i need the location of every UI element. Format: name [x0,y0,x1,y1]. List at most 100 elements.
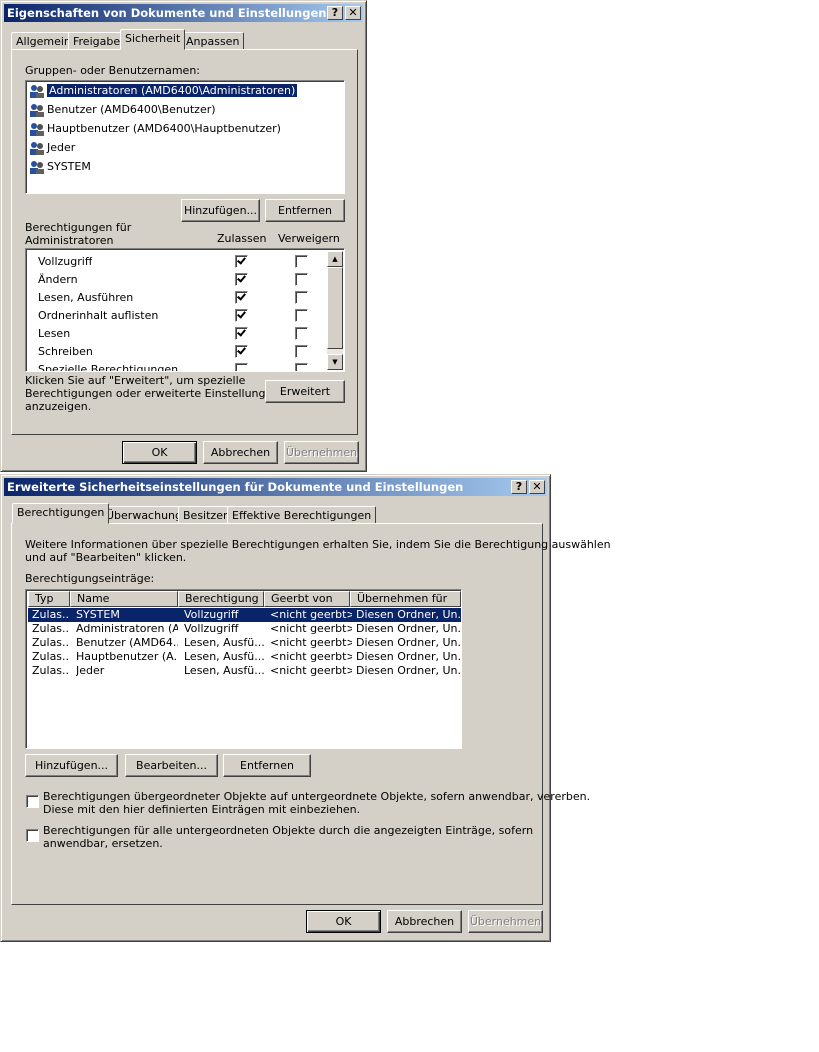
window-title: Eigenschaften von Dokumente und Einstell… [7,6,327,20]
user-list[interactable]: Administratoren (AMD6400\Administratoren… [25,80,345,194]
apply-button[interactable]: Übernehmen [284,441,359,464]
tab-freigabe[interactable]: Freigabe [68,32,126,50]
tab-anpassen[interactable]: Anpassen [181,32,245,50]
deny-checkbox[interactable] [295,345,308,358]
inherit-label: Berechtigungen übergeordneter Objekte au… [43,790,591,816]
ok-button[interactable]: OK [306,910,381,933]
cell-geerbt-von: <nicht geerbt> [270,636,352,649]
cell-berechtigung: Vollzugriff [184,622,239,635]
list-item[interactable]: Administratoren (AMD6400\Administratoren… [29,82,298,100]
close-button[interactable]: ✕ [529,480,545,494]
group-label: Gruppen- oder Benutzernamen: [25,64,201,77]
tab-allgemein[interactable]: Allgemein [11,32,76,50]
cell-name: Administratoren (A... [76,622,178,635]
table-row[interactable]: Zulas... SYSTEM Vollzugriff <nicht geerb… [28,608,461,622]
deny-checkbox[interactable] [295,291,308,304]
column-header-berechtigung[interactable]: Berechtigung [178,591,264,607]
help-button[interactable]: ? [327,6,343,20]
help-button[interactable]: ? [511,480,527,494]
deny-checkbox[interactable] [295,273,308,286]
deny-checkbox[interactable] [295,255,308,268]
permission-name: Ordnerinhalt auflisten [38,309,159,322]
cell-berechtigung: Lesen, Ausfü... [184,636,265,649]
cancel-button[interactable]: Abbrechen [387,910,462,933]
add-button[interactable]: Hinzufügen... [25,754,118,777]
tab-berechtigungen[interactable]: Berechtigungen [12,503,110,524]
table-row[interactable]: Zulas... Hauptbenutzer (A... Lesen, Ausf… [28,650,461,664]
cell-uebernehmen-fuer: Diesen Ordner, Un... [356,650,461,663]
cell-name: Hauptbenutzer (A... [76,650,178,663]
window-title: Erweiterte Sicherheitseinstellungen für … [7,480,464,494]
column-deny: Verweigern [278,232,340,245]
close-button[interactable]: ✕ [345,6,361,20]
cancel-button[interactable]: Abbrechen [203,441,278,464]
allow-checkbox[interactable] [235,327,248,340]
cell-typ: Zulas... [32,636,70,649]
scroll-up-icon[interactable]: ▲ [327,251,343,267]
tab-besitzer[interactable]: Besitzer [178,506,233,524]
entries-table[interactable]: Typ Name Berechtigung Geerbt von Überneh… [25,589,462,749]
cell-geerbt-von: <nicht geerbt> [270,650,352,663]
info-text: Weitere Informationen über spezielle Ber… [25,538,611,564]
user-name: Benutzer (AMD6400\Benutzer) [47,103,216,116]
permission-name: Ändern [38,273,78,286]
user-group-icon [29,84,45,98]
user-name: Administratoren (AMD6400\Administratoren… [47,84,298,97]
user-name: SYSTEM [47,160,91,173]
permissions-for-user: Administratoren [25,234,114,247]
remove-button[interactable]: Entfernen [223,754,311,777]
scroll-down-icon[interactable]: ▼ [327,354,343,370]
allow-checkbox[interactable] [235,309,248,322]
table-row[interactable]: Zulas... Administratoren (A... Vollzugri… [28,622,461,636]
properties-dialog: Eigenschaften von Dokumente und Einstell… [0,0,367,472]
cell-name: Benutzer (AMD64... [76,636,178,649]
cell-berechtigung: Lesen, Ausfü... [184,650,265,663]
entries-label: Berechtigungseinträge: [25,572,155,585]
allow-checkbox[interactable] [235,255,248,268]
deny-checkbox[interactable] [295,363,308,371]
list-item[interactable]: Hauptbenutzer (AMD6400\Hauptbenutzer) [29,120,281,138]
deny-checkbox[interactable] [295,327,308,340]
allow-checkbox[interactable] [235,291,248,304]
vertical-scrollbar[interactable]: ▲ ▼ [327,251,343,370]
allow-checkbox[interactable] [235,273,248,286]
edit-button[interactable]: Bearbeiten... [125,754,218,777]
list-item[interactable]: SYSTEM [29,158,91,176]
column-header-uebernehmen-fuer[interactable]: Übernehmen für [350,591,461,607]
cell-uebernehmen-fuer: Diesen Ordner, Un... [356,608,461,621]
tab-effektive-berechtigungen[interactable]: Effektive Berechtigungen [227,506,377,524]
cell-typ: Zulas... [32,622,70,635]
tab-sicherheit[interactable]: Sicherheit [120,29,186,50]
deny-checkbox[interactable] [295,309,308,322]
table-row[interactable]: Zulas... Jeder Lesen, Ausfü... <nicht ge… [28,664,461,678]
table-row[interactable]: Zulas... Benutzer (AMD64... Lesen, Ausfü… [28,636,461,650]
add-button[interactable]: Hinzufügen... [181,199,260,222]
permissions-list[interactable]: Vollzugriff Ändern Lesen, Ausführen Ordn… [25,248,345,372]
column-header-geerbt-von[interactable]: Geerbt von [264,591,350,607]
allow-checkbox[interactable] [235,363,248,371]
ok-button[interactable]: OK [122,441,197,464]
advanced-button[interactable]: Erweitert [265,380,345,403]
user-name: Hauptbenutzer (AMD6400\Hauptbenutzer) [47,122,281,135]
list-item[interactable]: Jeder [29,139,75,157]
advanced-security-dialog: Erweiterte Sicherheitseinstellungen für … [0,474,611,942]
cell-typ: Zulas... [32,664,70,677]
permission-name: Lesen, Ausführen [38,291,134,304]
permission-name: Schreiben [38,345,93,358]
title-bar[interactable]: Erweiterte Sicherheitseinstellungen für … [4,478,547,496]
apply-button[interactable]: Übernehmen [468,910,543,933]
cell-geerbt-von: <nicht geerbt> [270,664,352,677]
allow-checkbox[interactable] [235,345,248,358]
column-header-typ[interactable]: Typ [28,591,70,607]
user-group-icon [29,122,45,136]
column-header-name[interactable]: Name [70,591,178,607]
tab-ueberwachung[interactable]: Überwachung [101,506,188,524]
list-item[interactable]: Benutzer (AMD6400\Benutzer) [29,101,216,119]
scroll-thumb[interactable] [327,267,343,349]
title-bar[interactable]: Eigenschaften von Dokumente und Einstell… [4,4,363,22]
permissions-for-label: Berechtigungen für [25,221,132,234]
inherit-checkbox[interactable] [26,795,39,808]
replace-checkbox[interactable] [26,829,39,842]
remove-button[interactable]: Entfernen [265,199,345,222]
replace-label: Berechtigungen für alle untergeordneten … [43,824,534,850]
